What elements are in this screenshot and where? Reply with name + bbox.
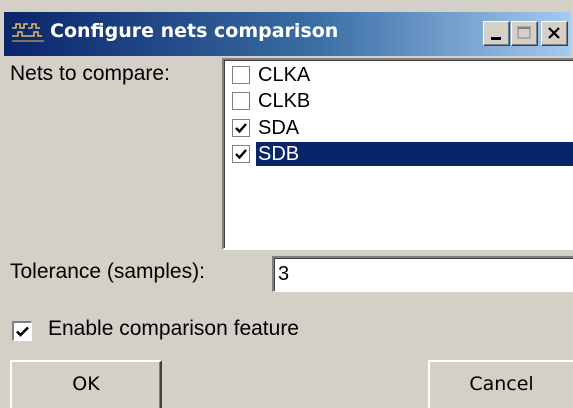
list-item-sda[interactable]: SDA [228,115,573,141]
list-item-label: SDA [258,117,300,139]
ok-button[interactable]: OK [10,360,162,408]
close-icon [548,27,560,39]
check-icon [16,326,29,337]
list-item-label: CLKA [258,64,311,86]
list-item-label: SDB [256,142,573,166]
list-item-clkb[interactable]: CLKB [228,88,573,114]
check-icon [235,123,247,134]
configure-nets-dialog: Configure nets comparison Nets to compar… [0,0,573,408]
enable-comparison-label: Enable comparison feature [48,317,299,340]
list-item-sdb[interactable]: SDB [228,141,573,167]
sda-checkbox[interactable] [232,119,250,137]
maximize-button[interactable] [511,21,538,46]
minimize-button[interactable] [483,21,510,46]
window-title: Configure nets comparison [50,20,339,42]
tolerance-input[interactable]: 3 [272,256,573,292]
clkb-checkbox[interactable] [232,92,250,110]
cancel-button[interactable]: Cancel [428,360,573,408]
waveform-icon [10,22,50,44]
title-bar[interactable]: Configure nets comparison [4,12,571,56]
close-button[interactable] [541,21,568,46]
enable-comparison-row[interactable]: Enable comparison feature [12,317,412,344]
minimize-icon [491,37,501,40]
tolerance-label: Tolerance (samples): [10,260,205,283]
list-item-clka[interactable]: CLKA [228,62,573,88]
clka-checkbox[interactable] [232,66,250,84]
sdb-checkbox[interactable] [232,145,250,163]
nets-listbox[interactable]: CLKA CLKB SDA SDB [222,58,573,250]
list-item-label: CLKB [258,90,311,112]
enable-comparison-checkbox[interactable] [12,321,32,341]
check-icon [235,149,247,160]
nets-label: Nets to compare: [10,62,170,85]
maximize-icon [517,26,531,39]
